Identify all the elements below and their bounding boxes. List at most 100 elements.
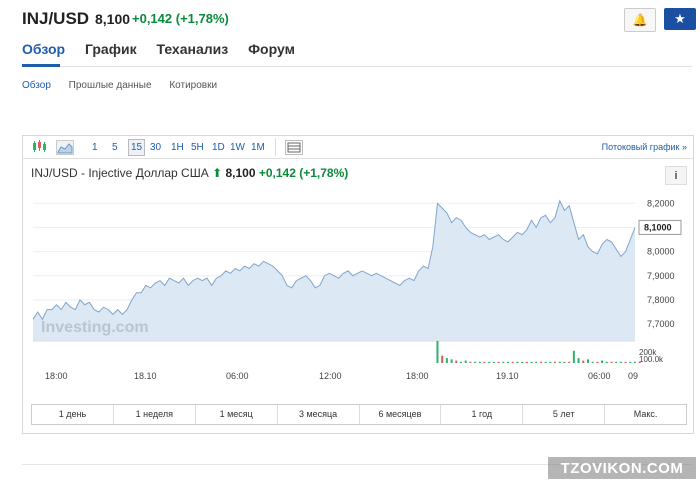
volume-bar — [507, 361, 510, 363]
interval-1w[interactable]: 1W — [230, 142, 245, 153]
header-price: 8,100 — [95, 11, 131, 27]
range-1d[interactable]: 1 день — [32, 405, 114, 424]
volume-bar — [610, 361, 613, 363]
y-tick-label: 7,7000 — [647, 319, 675, 329]
volume-bar — [554, 361, 557, 363]
volume-bar — [469, 361, 472, 363]
volume-bar — [488, 361, 491, 363]
streaming-chart-link[interactable]: Потоковый график » — [602, 142, 687, 152]
volume-bar — [511, 361, 514, 363]
volume-bar — [478, 361, 481, 363]
range-max[interactable]: Макс. — [605, 405, 686, 424]
volume-bar — [563, 361, 566, 363]
tab-divider — [22, 66, 692, 67]
tab-forum[interactable]: Форум — [248, 41, 295, 57]
tab-chart[interactable]: График — [85, 41, 137, 57]
subtab-quotes[interactable]: Котировки — [169, 80, 217, 91]
site-watermark: TZOVIKON.COM — [548, 457, 696, 479]
volume-bar — [516, 361, 519, 363]
chart-header: INJ/USD - Injective Доллар США ⬆ 8,100 +… — [31, 166, 348, 180]
volume-bar — [634, 361, 636, 363]
interval-15[interactable]: 15 — [128, 139, 146, 156]
range-selector: 1 день 1 неделя 1 месяц 3 месяца 6 месяц… — [31, 404, 687, 425]
volume-bar — [582, 360, 585, 363]
interval-5h[interactable]: 5H — [191, 142, 204, 153]
volume-bar — [502, 361, 505, 363]
volume-bar — [544, 361, 547, 363]
volume-bar — [535, 361, 538, 363]
x-tick-label: 12:00 — [319, 371, 342, 381]
candlestick-icon[interactable] — [31, 140, 47, 153]
interval-1m[interactable]: 1M — [251, 142, 265, 153]
volume-bar — [577, 358, 580, 363]
subtab-history[interactable]: Прошлые данные — [69, 80, 152, 91]
volume-bar — [441, 355, 444, 363]
volume-bar — [629, 361, 632, 363]
range-1y[interactable]: 1 год — [441, 405, 524, 424]
y-tick-label: 8,2000 — [647, 198, 675, 208]
investing-watermark: Investing.com — [41, 319, 149, 336]
x-tick-label: 18:00 — [45, 371, 68, 381]
main-tabs: Обзор График Теханализ Форум — [22, 41, 311, 57]
header-change: +0,142 (+1,78%) — [132, 11, 229, 26]
volume-bar — [450, 359, 453, 363]
interval-1h[interactable]: 1H — [171, 142, 184, 153]
volume-bar — [605, 361, 608, 363]
x-tick-label: 19.10 — [496, 371, 519, 381]
bell-plus-icon: 🔔 — [632, 13, 648, 27]
chart-price: 8,100 — [225, 166, 256, 180]
interval-1d[interactable]: 1D — [212, 142, 225, 153]
x-tick-label: 18.10 — [134, 371, 157, 381]
volume-bar — [619, 361, 622, 363]
volume-bar — [525, 361, 528, 363]
active-tab-indicator — [22, 64, 60, 67]
up-arrow-icon: ⬆ — [212, 166, 223, 180]
x-tick-label: 06:00 — [588, 371, 611, 381]
range-6m[interactable]: 6 месяцев — [360, 405, 442, 424]
area-chart-icon[interactable] — [56, 140, 74, 155]
volume-bar — [530, 361, 533, 363]
tab-technical[interactable]: Теханализ — [156, 41, 228, 57]
volume-bar — [615, 361, 618, 363]
y-tick-label: 8,0000 — [647, 247, 675, 257]
last-value-label: 8,1000 — [644, 222, 672, 232]
volume-bar — [568, 361, 571, 363]
volume-label-100k: 100.0k — [639, 355, 664, 364]
volume-bar — [464, 360, 467, 363]
price-chart[interactable]: 8,2000 8,1000 8,0000 7,9000 7,8000 7,7000 Inve… — [23, 191, 693, 386]
tab-overview[interactable]: Обзор — [22, 41, 65, 57]
volume-bar — [596, 361, 599, 363]
volume-bar — [483, 361, 486, 363]
range-1w[interactable]: 1 неделя — [114, 405, 196, 424]
volume-bar — [436, 341, 439, 363]
interval-30[interactable]: 30 — [150, 142, 161, 153]
table-view-icon[interactable] — [285, 140, 303, 155]
chart-change: +0,142 — [258, 166, 296, 180]
range-1m[interactable]: 1 месяц — [196, 405, 278, 424]
chart-toolbar: 1 5 15 30 1H 5H 1D 1W 1M Потоковый графи… — [23, 136, 693, 159]
chart-change-pct: (+1,78%) — [299, 166, 349, 180]
symbol-title: INJ/USD — [22, 9, 90, 28]
volume-bar — [624, 361, 627, 363]
add-to-watchlist-button[interactable]: ★ — [664, 8, 696, 30]
volume-bar — [474, 361, 477, 363]
star-icon: ★ — [674, 11, 686, 26]
volume-bar — [591, 361, 594, 363]
y-tick-label: 7,8000 — [647, 295, 675, 305]
add-alert-button[interactable]: 🔔 — [624, 8, 656, 32]
volume-bar — [492, 361, 495, 363]
interval-5[interactable]: 5 — [112, 142, 118, 153]
volume-bar — [445, 358, 448, 363]
volume-bar — [521, 361, 524, 363]
interval-1[interactable]: 1 — [92, 142, 98, 153]
subtab-overview[interactable]: Обзор — [22, 80, 51, 91]
x-tick-label: 18:00 — [406, 371, 429, 381]
range-5y[interactable]: 5 лет — [523, 405, 606, 424]
range-3m[interactable]: 3 месяца — [278, 405, 360, 424]
volume-bar — [558, 361, 561, 363]
info-button[interactable]: i — [665, 166, 687, 185]
volume-bar — [497, 361, 500, 363]
volume-bar — [539, 361, 542, 363]
x-tick-label: 06:00 — [226, 371, 249, 381]
volume-bar — [549, 361, 552, 363]
